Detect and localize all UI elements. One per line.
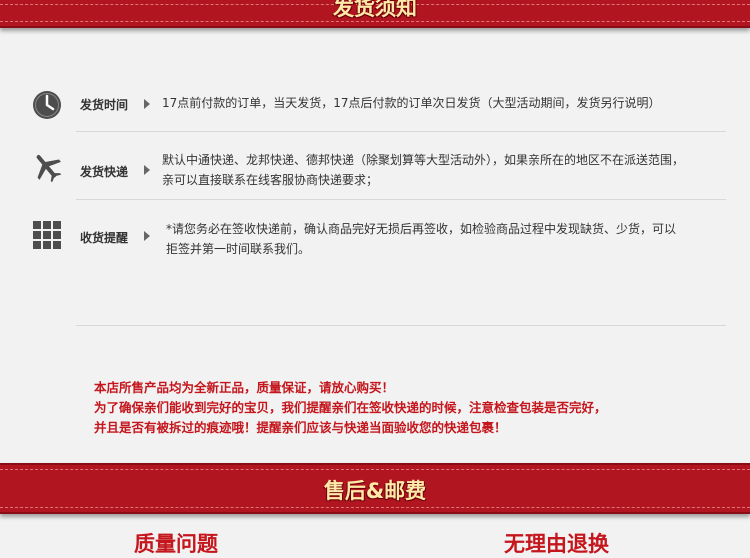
divider <box>76 199 726 200</box>
receiving-reminder-row: 收货提醒 *请您务必在签收快递前，确认商品完好无损后再签收，如检验商品过程中发现… <box>30 218 726 258</box>
row-text: 默认中通快递、龙邦快递、德邦快递（除聚划算等大型活动外），如果亲所在的地区不在派… <box>162 150 684 190</box>
row-text: 17点前付款的订单，当天发货，17点后付款的订单次日发货（大型活动期间，发货另行… <box>162 93 661 113</box>
arrow-icon <box>144 165 150 175</box>
shipping-notice-banner: 发货须知 <box>0 0 750 28</box>
arrow-icon <box>144 231 150 241</box>
grid-icon <box>30 218 64 252</box>
shipping-courier-row: 发货快递 默认中通快递、龙邦快递、德邦快递（除聚划算等大型活动外），如果亲所在的… <box>30 150 726 190</box>
notice-line: 为了确保亲们能收到完好的宝贝，我们提醒亲们在签收快递的时候，注意检查包装是否完好… <box>94 400 607 415</box>
divider <box>76 325 726 326</box>
row-text: *请您务必在签收快递前，确认商品完好无损后再签收，如检验商品过程中发现缺货、少货… <box>166 219 676 259</box>
row-label: 发货时间 <box>80 98 129 112</box>
divider <box>76 131 726 132</box>
row-text-line: 17点前付款的订单，当天发货，17点后付款的订单次日发货（大型活动期间，发货另行… <box>162 96 661 110</box>
airplane-icon <box>30 150 64 184</box>
clock-icon <box>30 88 64 122</box>
notice-line: 并且是否有被拆过的痕迹哦！提醒亲们应该与快递当面验收您的快递包裹！ <box>94 420 507 435</box>
row-label: 收货提醒 <box>80 231 129 245</box>
row-text-line: 亲可以直接联系在线客服协商快递要求； <box>162 173 379 187</box>
row-label: 发货快递 <box>80 165 129 179</box>
row-text-line: *请您务必在签收快递前，确认商品完好无损后再签收，如检验商品过程中发现缺货、少货… <box>166 222 677 236</box>
shipping-notice-title: 发货须知 <box>333 0 417 20</box>
row-text-line: 默认中通快递、龙邦快递、德邦快递（除聚划算等大型活动外），如果亲所在的地区不在派… <box>162 153 685 167</box>
after-sales-title: 售后&邮费 <box>323 479 427 503</box>
shipping-time-row: 发货时间 17点前付款的订单，当天发货，17点后付款的订单次日发货（大型活动期间… <box>30 88 726 122</box>
row-text-line: 拒签并第一时间联系我们。 <box>166 242 311 256</box>
after-sales-banner: 售后&邮费 <box>0 463 750 514</box>
notice-line: 本店所售产品均为全新正品，质量保证，请放心购买！ <box>94 380 395 395</box>
arrow-icon <box>144 99 150 109</box>
